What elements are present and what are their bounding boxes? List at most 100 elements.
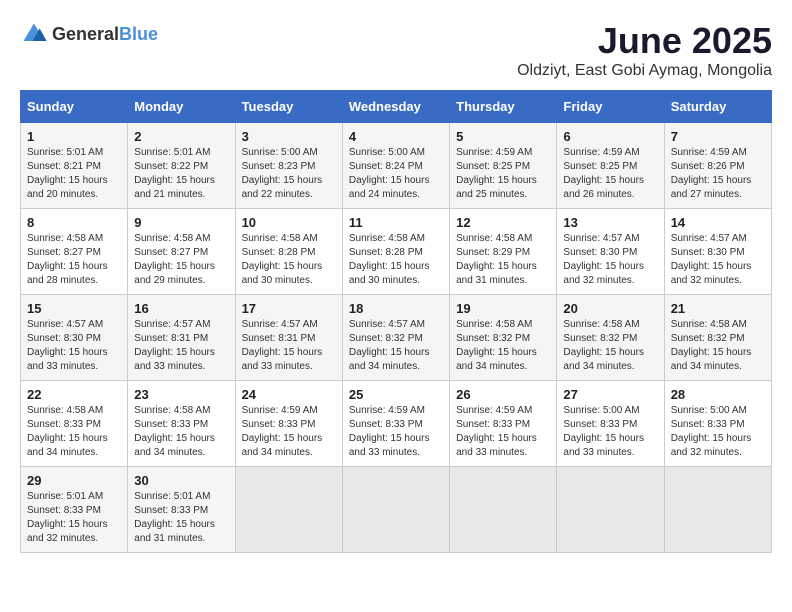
day-info: Sunrise: 4:58 AMSunset: 8:28 PMDaylight:… (242, 232, 336, 288)
title-area: June 2025 Oldziyt, East Gobi Aymag, Mong… (517, 20, 772, 80)
day-number: 2 (134, 129, 228, 144)
day-cell (664, 467, 771, 553)
day-cell: 17 Sunrise: 4:57 AMSunset: 8:31 PMDayligh… (235, 295, 342, 381)
day-info: Sunrise: 4:58 AMSunset: 8:28 PMDaylight:… (349, 232, 443, 288)
day-info: Sunrise: 4:58 AMSunset: 8:32 PMDaylight:… (456, 318, 550, 374)
logo-icon (20, 20, 48, 48)
day-cell (450, 467, 557, 553)
logo-blue: Blue (119, 24, 158, 44)
col-header-wednesday: Wednesday (342, 91, 449, 123)
col-header-monday: Monday (128, 91, 235, 123)
day-info: Sunrise: 5:00 AMSunset: 8:33 PMDaylight:… (563, 404, 657, 460)
day-number: 6 (563, 129, 657, 144)
col-header-thursday: Thursday (450, 91, 557, 123)
day-cell: 27 Sunrise: 5:00 AMSunset: 8:33 PMDayligh… (557, 381, 664, 467)
col-header-tuesday: Tuesday (235, 91, 342, 123)
calendar-table: SundayMondayTuesdayWednesdayThursdayFrid… (20, 90, 772, 553)
day-info: Sunrise: 4:57 AMSunset: 8:30 PMDaylight:… (563, 232, 657, 288)
sub-title: Oldziyt, East Gobi Aymag, Mongolia (517, 62, 772, 80)
day-cell: 19 Sunrise: 4:58 AMSunset: 8:32 PMDayligh… (450, 295, 557, 381)
day-cell: 10 Sunrise: 4:58 AMSunset: 8:28 PMDayligh… (235, 209, 342, 295)
day-info: Sunrise: 4:58 AMSunset: 8:29 PMDaylight:… (456, 232, 550, 288)
day-number: 26 (456, 387, 550, 402)
day-number: 7 (671, 129, 765, 144)
day-number: 22 (27, 387, 121, 402)
day-info: Sunrise: 5:00 AMSunset: 8:33 PMDaylight:… (671, 404, 765, 460)
day-cell: 28 Sunrise: 5:00 AMSunset: 8:33 PMDayligh… (664, 381, 771, 467)
day-number: 9 (134, 215, 228, 230)
day-number: 3 (242, 129, 336, 144)
day-cell: 12 Sunrise: 4:58 AMSunset: 8:29 PMDayligh… (450, 209, 557, 295)
day-number: 16 (134, 301, 228, 316)
day-number: 11 (349, 215, 443, 230)
day-info: Sunrise: 4:57 AMSunset: 8:31 PMDaylight:… (134, 318, 228, 374)
day-number: 30 (134, 473, 228, 488)
day-cell (557, 467, 664, 553)
day-number: 24 (242, 387, 336, 402)
day-number: 5 (456, 129, 550, 144)
day-info: Sunrise: 4:59 AMSunset: 8:33 PMDaylight:… (349, 404, 443, 460)
day-number: 29 (27, 473, 121, 488)
day-number: 1 (27, 129, 121, 144)
day-cell (235, 467, 342, 553)
day-number: 4 (349, 129, 443, 144)
day-cell: 23 Sunrise: 4:58 AMSunset: 8:33 PMDayligh… (128, 381, 235, 467)
logo-general: General (52, 24, 119, 44)
day-cell: 22Sunrise: 4:58 AMSunset: 8:33 PMDayligh… (21, 381, 128, 467)
week-row-2: 8 Sunrise: 4:58 AMSunset: 8:27 PMDaylight… (21, 209, 772, 295)
day-info: Sunrise: 4:58 AMSunset: 8:27 PMDaylight:… (27, 232, 121, 288)
day-number: 15 (27, 301, 121, 316)
day-info: Sunrise: 4:58 AMSunset: 8:32 PMDaylight:… (563, 318, 657, 374)
week-row-5: 29 Sunrise: 5:01 AMSunset: 8:33 PMDayligh… (21, 467, 772, 553)
day-cell: 20Sunrise: 4:58 AMSunset: 8:32 PMDayligh… (557, 295, 664, 381)
day-cell: 3 Sunrise: 5:00 AMSunset: 8:23 PMDaylight… (235, 123, 342, 209)
day-info: Sunrise: 4:59 AMSunset: 8:33 PMDaylight:… (456, 404, 550, 460)
day-number: 10 (242, 215, 336, 230)
day-info: Sunrise: 5:00 AMSunset: 8:23 PMDaylight:… (242, 146, 336, 202)
day-info: Sunrise: 4:59 AMSunset: 8:25 PMDaylight:… (456, 146, 550, 202)
col-header-saturday: Saturday (664, 91, 771, 123)
day-cell: 6 Sunrise: 4:59 AMSunset: 8:25 PMDaylight… (557, 123, 664, 209)
logo: GeneralBlue (20, 20, 158, 48)
day-number: 28 (671, 387, 765, 402)
day-number: 27 (563, 387, 657, 402)
day-cell: 25 Sunrise: 4:59 AMSunset: 8:33 PMDayligh… (342, 381, 449, 467)
week-row-3: 15Sunrise: 4:57 AMSunset: 8:30 PMDayligh… (21, 295, 772, 381)
day-cell: 1 Sunrise: 5:01 AMSunset: 8:21 PMDaylight… (21, 123, 128, 209)
day-number: 23 (134, 387, 228, 402)
day-info: Sunrise: 4:57 AMSunset: 8:31 PMDaylight:… (242, 318, 336, 374)
day-number: 14 (671, 215, 765, 230)
day-number: 17 (242, 301, 336, 316)
day-cell: 9Sunrise: 4:58 AMSunset: 8:27 PMDaylight… (128, 209, 235, 295)
main-title: June 2025 (517, 20, 772, 62)
day-cell: 14 Sunrise: 4:57 AMSunset: 8:30 PMDayligh… (664, 209, 771, 295)
day-number: 19 (456, 301, 550, 316)
day-info: Sunrise: 5:00 AMSunset: 8:24 PMDaylight:… (349, 146, 443, 202)
week-row-4: 22 Sunrise: 4:58 AMSunset: 8:33 PMDayligh… (21, 381, 772, 467)
day-cell: 15Sunrise: 4:57 AMSunset: 8:30 PMDayligh… (21, 295, 128, 381)
header-row: SundayMondayTuesdayWednesdayThursdayFrid… (21, 91, 772, 123)
day-info: Sunrise: 5:01 AMSunset: 8:33 PMDaylight:… (134, 490, 228, 546)
day-cell: 30 Sunrise: 5:01 AMSunset: 8:33 PMDayligh… (128, 467, 235, 553)
day-info: Sunrise: 4:58 AMSunset: 8:33 PMDaylight:… (134, 404, 228, 460)
day-cell: 2 Sunrise: 5:01 AMSunset: 8:22 PMDaylight… (128, 123, 235, 209)
day-info: Sunrise: 4:59 AMSunset: 8:26 PMDaylight:… (671, 146, 765, 202)
day-cell (342, 467, 449, 553)
day-info: Sunrise: 5:01 AMSunset: 8:33 PMDaylight:… (27, 490, 121, 546)
day-info: Sunrise: 4:59 AMSunset: 8:33 PMDaylight:… (242, 404, 336, 460)
day-cell: 26 Sunrise: 4:59 AMSunset: 8:33 PMDayligh… (450, 381, 557, 467)
day-info: Sunrise: 4:58 AMSunset: 8:32 PMDaylight:… (671, 318, 765, 374)
day-info: Sunrise: 4:57 AMSunset: 8:30 PMDaylight:… (671, 232, 765, 288)
day-number: 13 (563, 215, 657, 230)
day-number: 25 (349, 387, 443, 402)
day-cell: 21Sunrise: 4:58 AMSunset: 8:32 PMDayligh… (664, 295, 771, 381)
day-cell: 8 Sunrise: 4:58 AMSunset: 8:27 PMDaylight… (21, 209, 128, 295)
day-cell: 11 Sunrise: 4:58 AMSunset: 8:28 PMDayligh… (342, 209, 449, 295)
day-info: Sunrise: 4:59 AMSunset: 8:25 PMDaylight:… (563, 146, 657, 202)
page-header: GeneralBlue June 2025 Oldziyt, East Gobi… (20, 20, 772, 80)
day-number: 12 (456, 215, 550, 230)
day-number: 18 (349, 301, 443, 316)
day-number: 8 (27, 215, 121, 230)
day-info: Sunrise: 5:01 AMSunset: 8:22 PMDaylight:… (134, 146, 228, 202)
day-info: Sunrise: 5:01 AMSunset: 8:21 PMDaylight:… (27, 146, 121, 202)
